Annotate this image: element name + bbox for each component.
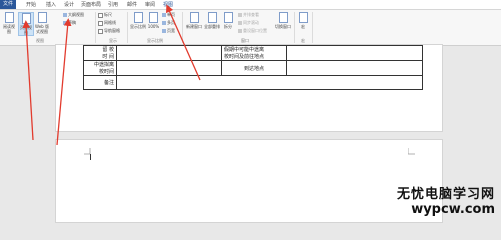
site-watermark: 无忧电脑学习网 wypcw.com (397, 183, 495, 217)
watermark-line1: 无忧电脑学习网 (396, 187, 495, 202)
watermark-line2: wypcw.com (411, 202, 495, 217)
